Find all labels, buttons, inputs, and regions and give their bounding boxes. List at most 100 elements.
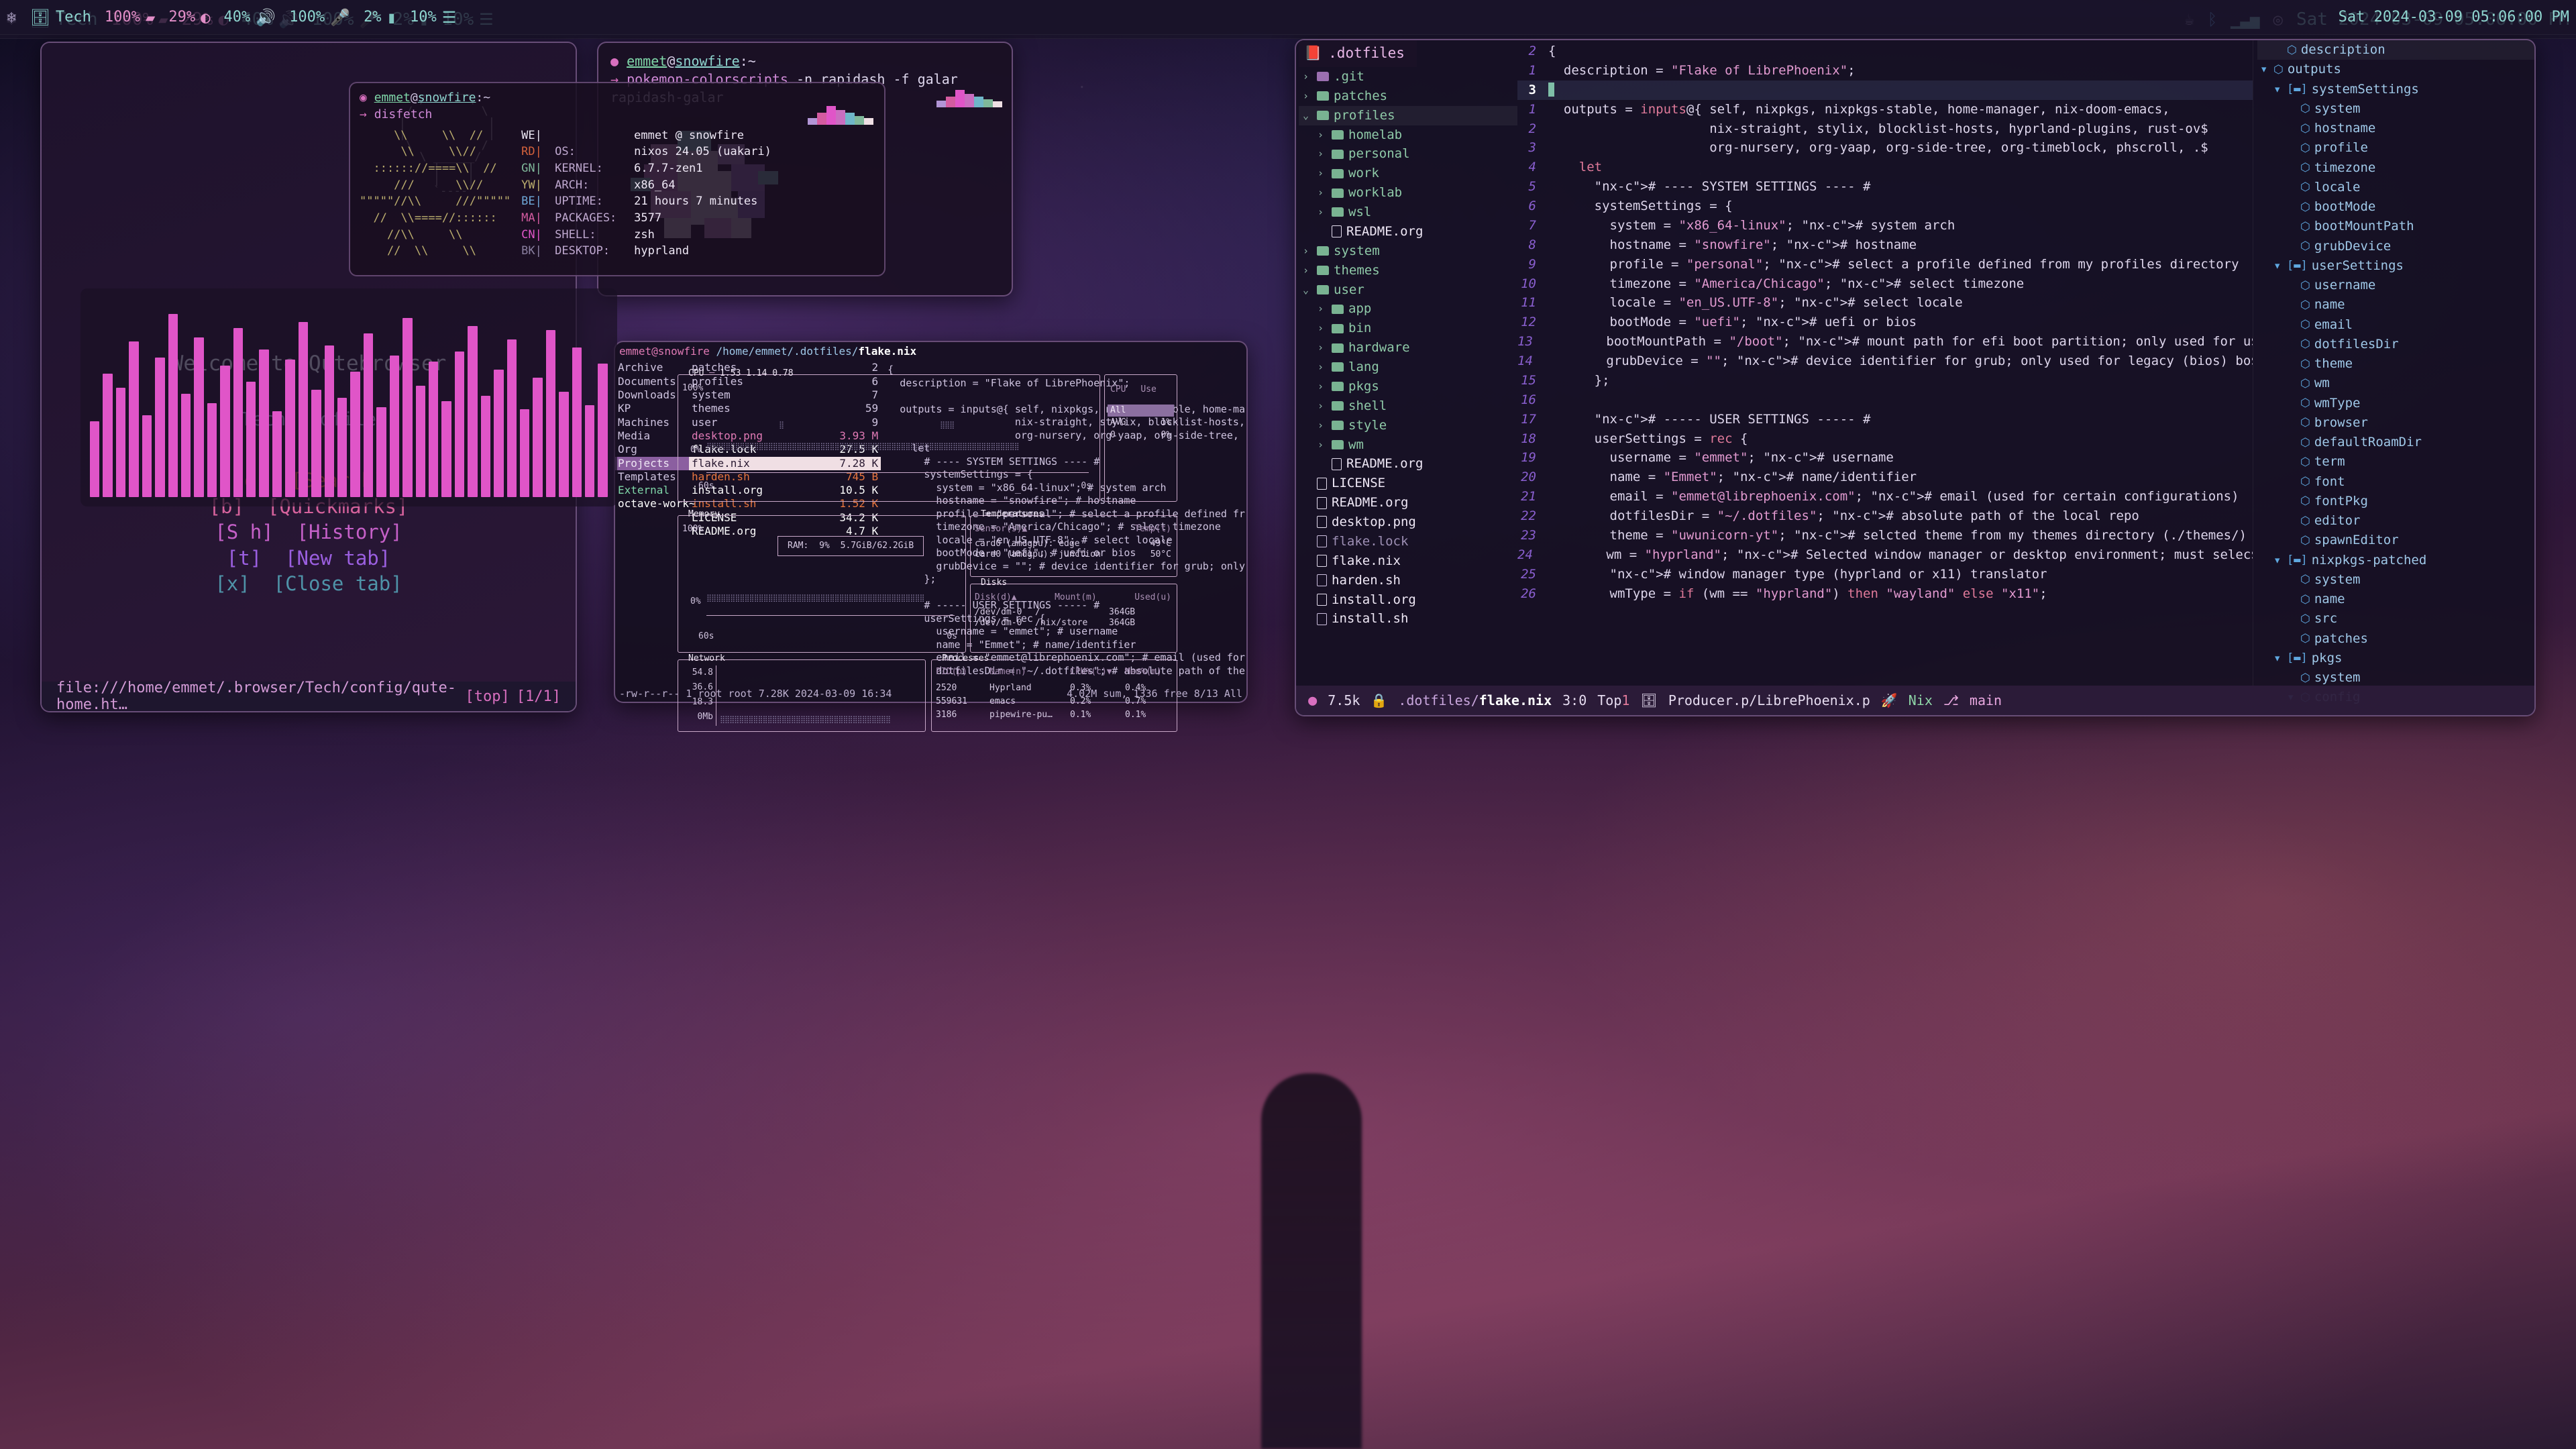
emacs-tree-item[interactable]: ⌄ user [1299,280,1517,300]
chevron-icon[interactable]: ⌄ [1303,108,1312,123]
emacs-tree-item[interactable]: flake.lock [1299,532,1517,551]
bottom-diskusage-indicator[interactable]: 10% ☰ [403,8,463,27]
outline-item[interactable]: ⬡ email [2257,315,2534,335]
outline-item[interactable]: ⬡ theme [2257,354,2534,374]
outline-item[interactable]: ⬡ wmType [2257,394,2534,413]
emacs-tree-item[interactable]: › wm [1299,435,1517,455]
btop-processes-rows[interactable]: 2520 Hyprland 0.3% 0.4% 559631 emacs 0.2% 0.7% 3… [936,682,1173,722]
emacs-tree-item[interactable]: README.org [1299,222,1517,241]
emacs-tree-item[interactable]: flake.nix [1299,551,1517,571]
chevron-icon[interactable]: › [1318,301,1327,317]
emacs-tree-item[interactable]: › pkgs [1299,377,1517,396]
emacs-window[interactable]: 📕 .dotfiles › .git › patches ⌄ profiles › homel… [1295,39,2536,716]
emacs-outline-panel[interactable]: ⬡ description ▾ ⬡ outputs ▾ [▬] systemSettings … [2253,40,2534,715]
outline-item[interactable]: ▾ [▬] systemSettings [2257,80,2534,99]
chevron-icon[interactable]: › [1318,398,1327,414]
emacs-tree-item[interactable]: › bin [1299,319,1517,338]
outline-item[interactable]: ⬡ name [2257,295,2534,315]
bottom-mic-indicator[interactable]: 100% 🎤 [282,8,357,27]
outline-item[interactable]: ⬡ src [2257,609,2534,629]
qute-shortcut[interactable]: [t] [New tab] [42,545,576,572]
emacs-tree-item[interactable]: › system [1299,241,1517,261]
chevron-icon[interactable]: › [1318,127,1327,143]
btop-cpu-rows[interactable]: All AVG 1% 0 0% [1108,405,1174,441]
outline-arrow-icon[interactable]: ▾ [2273,551,2283,570]
emacs-tree-item[interactable]: › style [1299,416,1517,435]
emacs-file-tree[interactable]: 📕 .dotfiles › .git › patches ⌄ profiles › homel… [1296,40,1517,715]
outline-item[interactable]: ⬡ system [2257,99,2534,119]
emacs-tree-item[interactable]: harden.sh [1299,571,1517,590]
chevron-icon[interactable]: › [1318,379,1327,394]
emacs-tree-item[interactable]: install.sh [1299,609,1517,629]
chevron-icon[interactable]: › [1303,89,1312,104]
emacs-tree-item[interactable]: README.org [1299,493,1517,513]
btop-process-row[interactable]: 3186 pipewire-pu… 0.1% 0.1% [936,708,1173,722]
bottom-volume-indicator[interactable]: 40% 🔊 [217,8,283,27]
outline-arrow-icon[interactable]: ▾ [2273,649,2283,668]
btop-system-monitor[interactable]: CPU ─ 1.53 1.14 0.78 100% 0% ⣿⣿⣿⣿⣿⣿⣿⣿⣿⣿⣿… [678,362,1177,732]
emacs-tree-item[interactable]: › app [1299,299,1517,319]
outline-item[interactable]: ⬡ timezone [2257,158,2534,178]
bottom-workspace-indicator[interactable]: 🗄 Tech [23,8,97,27]
outline-item[interactable]: ▾ [▬] userSettings [2257,256,2534,276]
emacs-tree-item[interactable]: › wsl [1299,203,1517,222]
outline-item[interactable]: ⬡ patches [2257,629,2534,649]
btop-cpu-row[interactable]: 0 0% [1108,429,1174,441]
emacs-tree-item[interactable]: desktop.png [1299,513,1517,532]
outline-item[interactable]: ⬡ term [2257,452,2534,472]
chevron-icon[interactable]: › [1318,340,1327,356]
outline-item[interactable]: ▾ ⬡ outputs [2257,60,2534,79]
outline-item[interactable]: ⬡ hostname [2257,119,2534,138]
emacs-tree-item[interactable]: › homelab [1299,125,1517,145]
chevron-icon[interactable]: › [1303,263,1312,278]
qute-shortcut[interactable]: [x] [Close tab] [42,571,576,597]
chevron-icon[interactable]: › [1318,205,1327,220]
chevron-icon[interactable]: › [1318,360,1327,375]
outline-item[interactable]: ⬡ locale [2257,178,2534,197]
emacs-code-buffer[interactable]: 2{1 description = "Flake of LibrePhoenix… [1517,40,2253,715]
outline-item[interactable]: ⬡ spawnEditor [2257,531,2534,550]
btop-process-row[interactable]: 559631 emacs 0.2% 0.7% [936,695,1173,708]
outline-arrow-icon[interactable]: ▾ [2273,80,2283,99]
outline-item[interactable]: ▾ [▬] nixpkgs-patched [2257,551,2534,570]
outline-item[interactable]: ⬡ description [2257,40,2534,60]
outline-item[interactable]: ⬡ font [2257,472,2534,492]
outline-item[interactable]: ⬡ grubDevice [2257,237,2534,256]
btop-processes-box[interactable]: Processes PID(p) Name(n) CPU%(c)▼ Mem%(m… [931,653,1177,732]
outline-item[interactable]: ⬡ fontPkg [2257,492,2534,511]
emacs-tree-item[interactable]: › lang [1299,358,1517,377]
outline-item[interactable]: ⬡ system [2257,668,2534,688]
outline-arrow-icon[interactable]: ▾ [2260,60,2269,79]
outline-item[interactable]: ⬡ defaultRoamDir [2257,433,2534,452]
outline-item[interactable]: ⬡ profile [2257,138,2534,158]
outline-arrow-icon[interactable]: ▾ [2273,256,2283,276]
chevron-icon[interactable]: › [1318,437,1327,453]
emacs-tree-item[interactable]: › .git [1299,67,1517,87]
outline-item[interactable]: ⬡ dotfilesDir [2257,335,2534,354]
emacs-tree-item[interactable]: › shell [1299,396,1517,416]
outline-item[interactable]: ▾ [▬] pkgs [2257,649,2534,668]
bottom-battery-indicator[interactable]: 100% ▰ [98,8,162,27]
btop-process-row[interactable]: 2520 Hyprland 0.3% 0.4% [936,682,1173,695]
btop-cpu-row[interactable]: All [1108,405,1174,417]
chevron-icon[interactable]: › [1303,69,1312,85]
emacs-project-header[interactable]: 📕 .dotfiles [1299,40,1417,67]
btop-cpu-usage-panel[interactable]: CPU Use All AVG 1% 0 0% [1104,374,1177,502]
qute-shortcut[interactable]: [S h] [History] [42,519,576,545]
chevron-icon[interactable]: › [1318,166,1327,181]
emacs-tree-item[interactable]: › hardware [1299,338,1517,358]
emacs-tree-item[interactable]: › worklab [1299,183,1517,203]
disfetch-terminal-window[interactable]: ◉ emmet@snowfire:~ → disfetch \\ \\ // \… [349,82,885,276]
chevron-icon[interactable]: › [1318,146,1327,162]
outline-item[interactable]: ⬡ bootMountPath [2257,217,2534,236]
outline-item[interactable]: ⬡ bootMode [2257,197,2534,217]
emacs-tree-item[interactable]: ⌄ profiles [1299,105,1517,125]
outline-item[interactable]: ⬡ name [2257,590,2534,609]
chevron-icon[interactable]: › [1303,244,1312,259]
outline-item[interactable]: ⬡ system [2257,570,2534,590]
emacs-tree-item[interactable]: › work [1299,164,1517,183]
bottom-cpu-indicator[interactable]: 29% ◐ [162,8,217,27]
emacs-tree-item[interactable]: › themes [1299,261,1517,280]
chevron-icon[interactable]: › [1318,418,1327,433]
bottom-memory-indicator[interactable]: 2% ▮ [357,8,403,27]
